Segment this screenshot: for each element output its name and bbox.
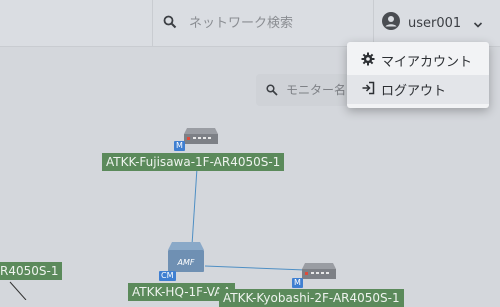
menu-item-logout[interactable]: ログアウト — [347, 75, 489, 104]
menu-item-label: マイアカウント — [381, 55, 473, 70]
link-left — [9, 281, 27, 300]
user-dropdown-menu: マイアカウント ログアウト — [347, 42, 489, 108]
gear-icon — [361, 52, 375, 70]
menu-item-label: ログアウト — [381, 84, 447, 99]
menu-item-my-account[interactable]: マイアカウント — [347, 46, 489, 75]
amf-device-text: AMF — [177, 258, 195, 267]
node-label-fujisawa[interactable]: ATKK-Fujisawa-1F-AR4050S-1 — [102, 153, 285, 171]
node-label-kyobashi[interactable]: ATKK-Kyobashi-2F-AR4050S-1 — [219, 289, 404, 307]
logout-icon — [361, 81, 375, 99]
router-device-icon[interactable] — [183, 126, 219, 150]
node-role-badge: M — [292, 278, 303, 288]
node-role-badge: CM — [159, 271, 176, 281]
node-role-badge: M — [174, 141, 185, 151]
link-hq-kyobashi — [204, 265, 306, 271]
search-icon — [266, 81, 278, 100]
node-label-left[interactable]: R4050S-1 — [0, 262, 63, 280]
router-device-icon[interactable] — [301, 261, 337, 285]
link-fujisawa-hq — [191, 167, 198, 246]
